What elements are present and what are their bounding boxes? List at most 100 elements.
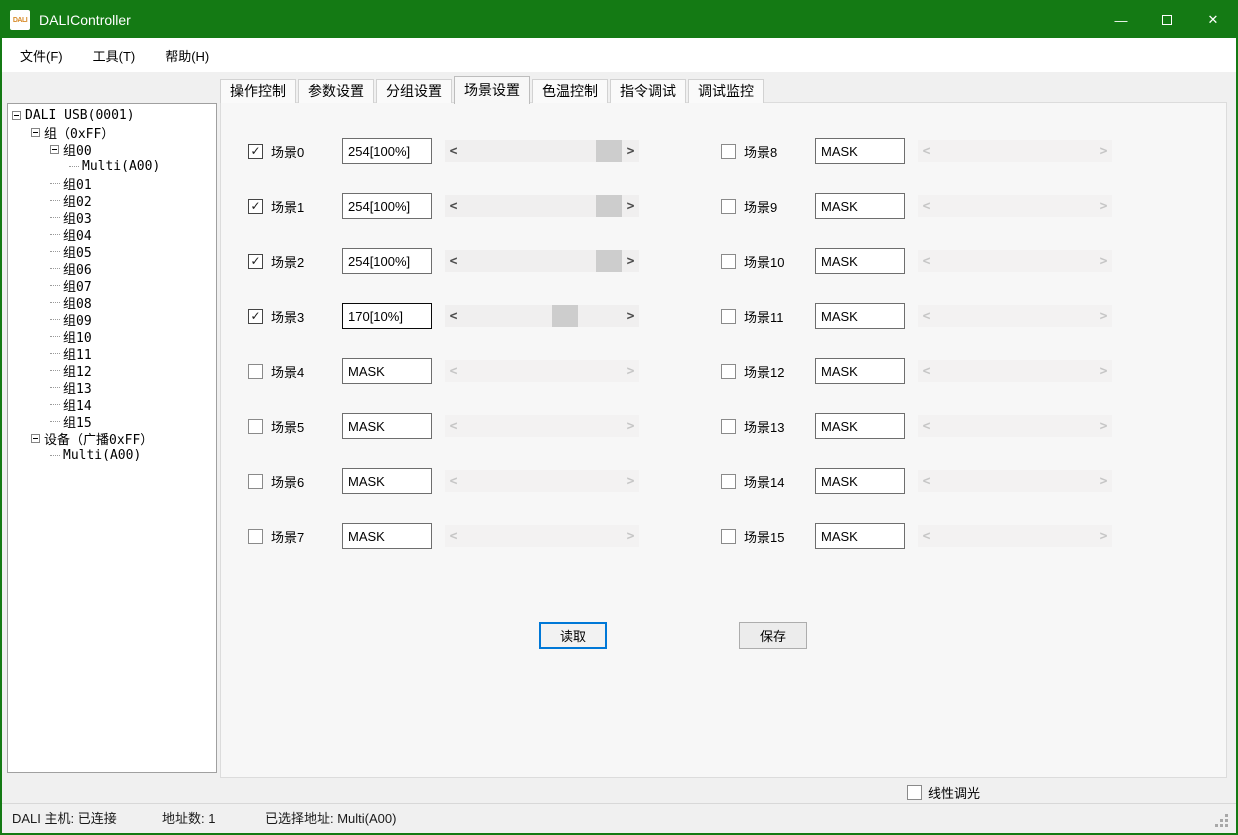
scrollbar-thumb[interactable] <box>596 140 622 162</box>
scrollbar-left-arrow-icon[interactable]: < <box>918 525 935 547</box>
tree-item[interactable]: 组09 <box>8 311 216 328</box>
scrollbar-left-arrow-icon[interactable]: < <box>445 415 462 437</box>
scrollbar-left-arrow-icon[interactable]: < <box>445 140 462 162</box>
scrollbar-left-arrow-icon[interactable]: < <box>445 305 462 327</box>
scrollbar-thumb[interactable] <box>596 195 622 217</box>
tab-color-temp-control[interactable]: 色温控制 <box>532 79 608 103</box>
scene-value-input[interactable] <box>342 413 432 439</box>
scene-checkbox[interactable] <box>721 144 736 159</box>
scrollbar-right-arrow-icon[interactable]: > <box>1095 140 1112 162</box>
tree-item[interactable]: 组01 <box>8 175 216 192</box>
scrollbar-left-arrow-icon[interactable]: < <box>445 195 462 217</box>
minimize-button[interactable]: — <box>1098 2 1144 38</box>
scene-value-input[interactable] <box>342 303 432 329</box>
tree-item[interactable]: 组06 <box>8 260 216 277</box>
scene-scrollbar[interactable]: <> <box>918 305 1112 327</box>
scene-value-input[interactable] <box>342 138 432 164</box>
scrollbar-right-arrow-icon[interactable]: > <box>622 140 639 162</box>
scene-checkbox[interactable] <box>721 419 736 434</box>
scrollbar-right-arrow-icon[interactable]: > <box>1095 470 1112 492</box>
tree-item[interactable]: Multi(A00) <box>8 158 216 175</box>
scrollbar-thumb[interactable] <box>596 250 622 272</box>
tree-item[interactable]: 组10 <box>8 328 216 345</box>
scrollbar-right-arrow-icon[interactable]: > <box>1095 250 1112 272</box>
scrollbar-right-arrow-icon[interactable]: > <box>1095 415 1112 437</box>
scrollbar-left-arrow-icon[interactable]: < <box>918 470 935 492</box>
tree-expand-icon[interactable] <box>12 111 21 120</box>
scene-value-input[interactable] <box>815 303 905 329</box>
scrollbar-left-arrow-icon[interactable]: < <box>918 195 935 217</box>
scene-checkbox[interactable] <box>721 199 736 214</box>
scene-scrollbar[interactable]: <> <box>918 140 1112 162</box>
scrollbar-right-arrow-icon[interactable]: > <box>622 415 639 437</box>
tree-item[interactable]: 组11 <box>8 345 216 362</box>
scene-checkbox[interactable] <box>721 364 736 379</box>
tree-expand-icon[interactable] <box>31 128 40 137</box>
scene-checkbox[interactable]: ✓ <box>248 199 263 214</box>
scrollbar-right-arrow-icon[interactable]: > <box>1095 195 1112 217</box>
scene-value-input[interactable] <box>815 358 905 384</box>
tab-debug-monitor[interactable]: 调试监控 <box>688 79 764 103</box>
scene-value-input[interactable] <box>342 248 432 274</box>
scrollbar-right-arrow-icon[interactable]: > <box>1095 525 1112 547</box>
scene-value-input[interactable] <box>342 523 432 549</box>
linear-dimming-checkbox[interactable] <box>907 785 922 800</box>
tree-item[interactable]: 组15 <box>8 413 216 430</box>
scene-value-input[interactable] <box>815 523 905 549</box>
tree-item[interactable]: 组03 <box>8 209 216 226</box>
tab-grouping-settings[interactable]: 分组设置 <box>376 79 452 103</box>
scrollbar-right-arrow-icon[interactable]: > <box>622 470 639 492</box>
scrollbar-left-arrow-icon[interactable]: < <box>445 470 462 492</box>
tab-scene-settings[interactable]: 场景设置 <box>454 76 530 104</box>
scrollbar-left-arrow-icon[interactable]: < <box>918 250 935 272</box>
scene-scrollbar[interactable]: <> <box>918 250 1112 272</box>
scene-checkbox[interactable]: ✓ <box>248 254 263 269</box>
scene-scrollbar[interactable]: <> <box>445 415 639 437</box>
tab-command-debug[interactable]: 指令调试 <box>610 79 686 103</box>
scene-scrollbar[interactable]: <> <box>445 250 639 272</box>
scene-scrollbar[interactable]: <> <box>918 360 1112 382</box>
tree-item[interactable]: 组04 <box>8 226 216 243</box>
scene-value-input[interactable] <box>342 358 432 384</box>
scrollbar-right-arrow-icon[interactable]: > <box>622 525 639 547</box>
menu-file[interactable]: 文件(F) <box>20 46 63 65</box>
scrollbar-left-arrow-icon[interactable]: < <box>445 250 462 272</box>
tab-parameter-settings[interactable]: 参数设置 <box>298 79 374 103</box>
tree-item[interactable]: Multi(A00) <box>8 447 216 464</box>
scene-value-input[interactable] <box>342 193 432 219</box>
close-button[interactable]: ✕ <box>1190 2 1236 38</box>
scene-checkbox[interactable] <box>248 474 263 489</box>
scrollbar-right-arrow-icon[interactable]: > <box>622 360 639 382</box>
scrollbar-thumb[interactable] <box>552 305 578 327</box>
scene-scrollbar[interactable]: <> <box>445 360 639 382</box>
scrollbar-right-arrow-icon[interactable]: > <box>622 195 639 217</box>
maximize-button[interactable] <box>1144 2 1190 38</box>
menu-help[interactable]: 帮助(H) <box>165 46 209 65</box>
tree-item[interactable]: 设备（广播0xFF） <box>8 430 216 447</box>
scene-checkbox[interactable] <box>248 419 263 434</box>
scrollbar-left-arrow-icon[interactable]: < <box>918 415 935 437</box>
tab-operation-control[interactable]: 操作控制 <box>220 79 296 103</box>
scrollbar-left-arrow-icon[interactable]: < <box>918 140 935 162</box>
read-button[interactable]: 读取 <box>539 622 607 649</box>
tree-item[interactable]: DALI USB(0001) <box>8 107 216 124</box>
tree-item[interactable]: 组08 <box>8 294 216 311</box>
menu-tools[interactable]: 工具(T) <box>93 46 136 65</box>
scrollbar-left-arrow-icon[interactable]: < <box>918 360 935 382</box>
tree-item[interactable]: 组02 <box>8 192 216 209</box>
scrollbar-right-arrow-icon[interactable]: > <box>1095 305 1112 327</box>
resize-grip-icon[interactable] <box>1225 824 1228 827</box>
scene-value-input[interactable] <box>342 468 432 494</box>
scene-value-input[interactable] <box>815 413 905 439</box>
tree-item[interactable]: 组00 <box>8 141 216 158</box>
scene-checkbox[interactable] <box>248 364 263 379</box>
tree-item[interactable]: 组07 <box>8 277 216 294</box>
scene-scrollbar[interactable]: <> <box>445 470 639 492</box>
scene-scrollbar[interactable]: <> <box>918 195 1112 217</box>
scene-scrollbar[interactable]: <> <box>445 140 639 162</box>
scene-scrollbar[interactable]: <> <box>918 525 1112 547</box>
tree-item[interactable]: 组13 <box>8 379 216 396</box>
save-button[interactable]: 保存 <box>739 622 807 649</box>
tree-item[interactable]: 组（0xFF） <box>8 124 216 141</box>
tree-expand-icon[interactable] <box>31 434 40 443</box>
